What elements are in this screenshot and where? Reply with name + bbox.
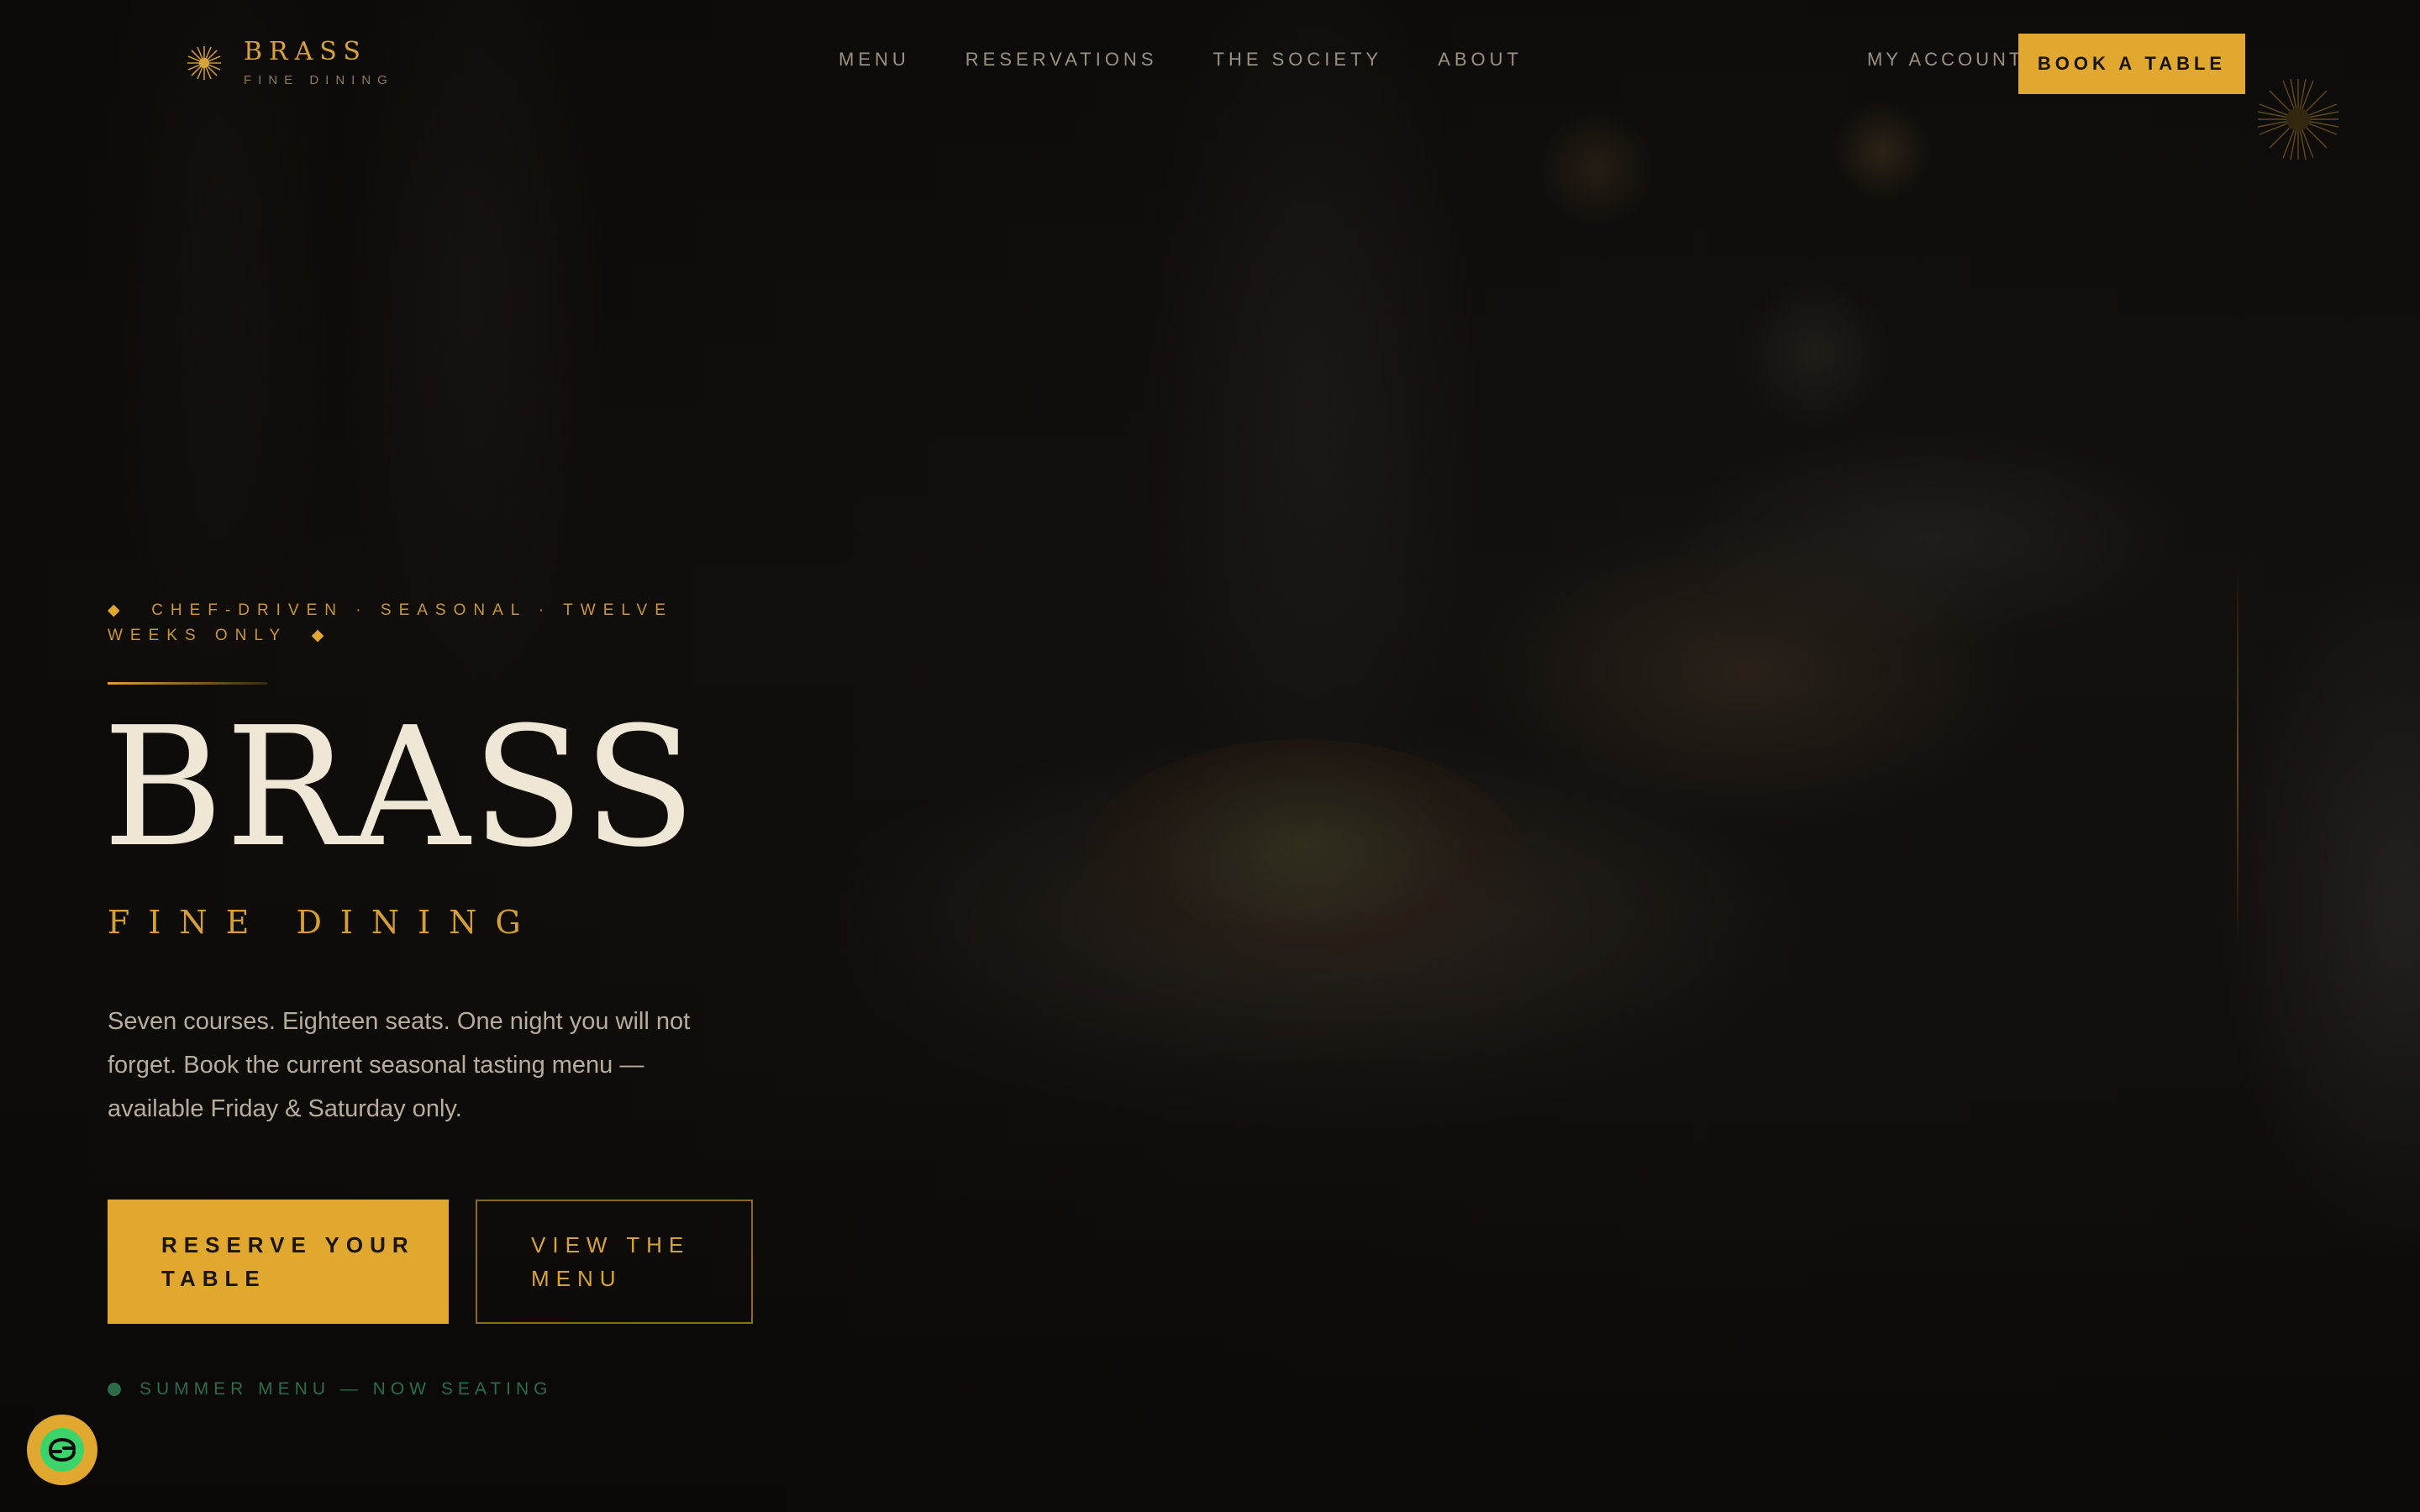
chat-widget-icon: [40, 1428, 84, 1472]
brand-logo[interactable]: BRASS FINE DINING: [185, 34, 394, 92]
vertical-divider: [2237, 563, 2238, 949]
hero-eyebrow: ◆ CHEF-DRIVEN · SEASONAL · TWELVE WEEKS …: [108, 598, 746, 648]
brand-wordmark: BRASS FINE DINING: [244, 39, 394, 87]
brand-subtitle: FINE DINING: [244, 72, 394, 87]
seating-status: SUMMER MENU — NOW SEATING: [108, 1379, 552, 1399]
gold-divider: [108, 682, 267, 685]
view-menu-button[interactable]: VIEW THE MENU: [476, 1200, 753, 1324]
main-nav: MENU RESERVATIONS THE SOCIETY ABOUT: [839, 49, 1523, 71]
my-account-link[interactable]: MY ACCOUNT: [1867, 49, 2023, 71]
hero-description: Seven courses. Eighteen seats. One night…: [108, 1008, 691, 1122]
nav-item-reservations[interactable]: RESERVATIONS: [965, 49, 1158, 71]
nav-item-the-society[interactable]: THE SOCIETY: [1213, 49, 1383, 71]
nav-item-about[interactable]: ABOUT: [1438, 49, 1523, 71]
diamond-icon: ◆: [108, 601, 128, 619]
reserve-table-button[interactable]: RESERVE YOUR TABLE: [108, 1200, 449, 1324]
book-table-button[interactable]: BOOK A TABLE: [2018, 34, 2245, 94]
hero-subtitle: FINE DINING: [108, 904, 539, 941]
chat-widget-button[interactable]: [27, 1415, 97, 1485]
hero-eyebrow-text: CHEF-DRIVEN · SEASONAL · TWELVE WEEKS ON…: [108, 601, 673, 644]
nav-item-menu[interactable]: MENU: [839, 49, 910, 71]
status-dot-icon: [108, 1383, 121, 1396]
diamond-icon: ◆: [311, 627, 332, 644]
status-text: SUMMER MENU — NOW SEATING: [139, 1379, 553, 1399]
sunburst-icon: [187, 46, 221, 80]
sunburst-icon: [2257, 78, 2339, 160]
hero-title: BRASS: [103, 692, 698, 884]
brand-name: BRASS: [244, 36, 367, 66]
